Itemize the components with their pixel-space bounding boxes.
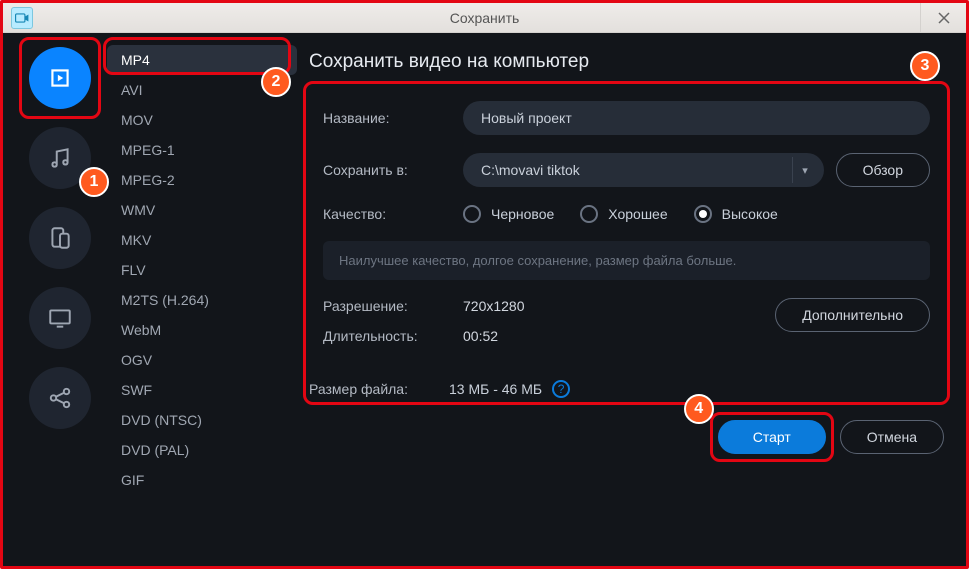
- annotation-badge-2: 2: [261, 67, 291, 97]
- name-input[interactable]: [463, 101, 930, 135]
- quality-radio-label: Хорошее: [608, 206, 667, 222]
- cancel-button[interactable]: Отмена: [840, 420, 944, 454]
- rail-tab-share[interactable]: [29, 367, 91, 429]
- format-list: MP4AVIMOVMPEG-1MPEG-2WMVMKVFLVM2TS (H.26…: [107, 45, 297, 495]
- rail-tab-devices[interactable]: [29, 207, 91, 269]
- close-button[interactable]: [920, 3, 966, 32]
- rail-tab-tv[interactable]: [29, 287, 91, 349]
- format-item-m2ts-h-264-[interactable]: M2TS (H.264): [107, 285, 297, 315]
- annotation-badge-4: 4: [684, 394, 714, 424]
- quality-radio-2[interactable]: Высокое: [694, 205, 778, 223]
- format-item-dvd-pal-[interactable]: DVD (PAL): [107, 435, 297, 465]
- quality-hint: Наилучшее качество, долгое сохранение, р…: [323, 241, 930, 280]
- share-icon: [47, 385, 73, 411]
- duration-label: Длительность:: [323, 328, 463, 344]
- quality-radio-0[interactable]: Черновое: [463, 205, 554, 223]
- quality-radio-group: Черновое Хорошее Высокое: [463, 205, 778, 223]
- resolution-value: 720x1280: [463, 298, 525, 314]
- radio-dot-icon: [463, 205, 481, 223]
- format-item-wmv[interactable]: WMV: [107, 195, 297, 225]
- filesize-label: Размер файла:: [309, 381, 449, 397]
- duration-value: 00:52: [463, 328, 498, 344]
- main-panel: Сохранить видео на компьютер 3 Название:…: [297, 43, 956, 554]
- rail-tab-video[interactable]: [29, 47, 91, 109]
- panel-title: Сохранить видео на компьютер: [309, 51, 944, 73]
- monitor-icon: [47, 305, 73, 331]
- close-icon: [938, 12, 950, 24]
- format-item-gif[interactable]: GIF: [107, 465, 297, 495]
- devices-icon: [47, 225, 73, 251]
- format-item-mkv[interactable]: MKV: [107, 225, 297, 255]
- quality-radio-1[interactable]: Хорошее: [580, 205, 667, 223]
- advanced-button[interactable]: Дополнительно: [775, 298, 930, 332]
- filesize-value: 13 МБ - 46 МБ: [449, 381, 542, 397]
- quality-radio-label: Черновое: [491, 206, 554, 222]
- quality-label: Качество:: [323, 206, 443, 222]
- app-icon: [11, 7, 33, 29]
- save-path-select[interactable]: C:\movavi tiktok ▾: [463, 153, 824, 187]
- name-label: Название:: [323, 110, 443, 126]
- format-item-swf[interactable]: SWF: [107, 375, 297, 405]
- format-item-dvd-ntsc-[interactable]: DVD (NTSC): [107, 405, 297, 435]
- annotation-badge-1: 1: [79, 167, 109, 197]
- format-item-mov[interactable]: MOV: [107, 105, 297, 135]
- format-item-webm[interactable]: WebM: [107, 315, 297, 345]
- browse-button[interactable]: Обзор: [836, 153, 930, 187]
- quality-radio-label: Высокое: [722, 206, 778, 222]
- music-icon: [47, 145, 73, 171]
- titlebar: Сохранить: [3, 3, 966, 33]
- video-icon: [47, 65, 73, 91]
- annotation-badge-3: 3: [910, 51, 940, 81]
- radio-dot-icon: [694, 205, 712, 223]
- radio-dot-icon: [580, 205, 598, 223]
- category-rail: 1: [13, 43, 107, 554]
- chevron-down-icon: ▾: [792, 157, 818, 183]
- format-item-ogv[interactable]: OGV: [107, 345, 297, 375]
- help-icon[interactable]: ?: [552, 380, 570, 398]
- window-title: Сохранить: [3, 10, 966, 26]
- start-button[interactable]: Старт: [718, 420, 826, 454]
- save-path-value: C:\movavi tiktok: [481, 162, 792, 178]
- saveto-label: Сохранить в:: [323, 162, 443, 178]
- format-item-mpeg-2[interactable]: MPEG-2: [107, 165, 297, 195]
- resolution-label: Разрешение:: [323, 298, 463, 314]
- format-item-flv[interactable]: FLV: [107, 255, 297, 285]
- format-item-mpeg-1[interactable]: MPEG-1: [107, 135, 297, 165]
